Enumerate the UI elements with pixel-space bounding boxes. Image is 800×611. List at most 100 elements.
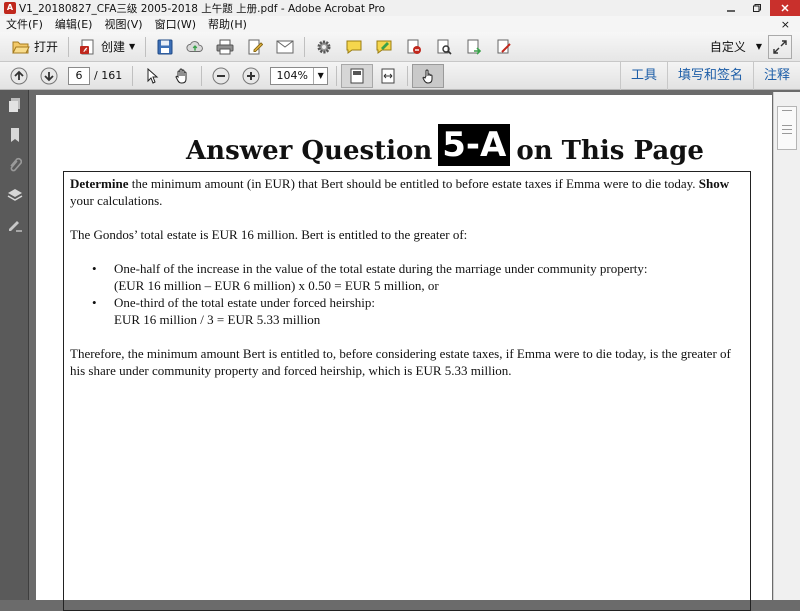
cloud-upload-icon bbox=[186, 38, 204, 56]
arrow-up-circle-icon bbox=[10, 67, 28, 85]
bullet2-line1: One-third of the total estate under forc… bbox=[114, 295, 375, 310]
pdf-page: Answer Question 5-A on This Page Determi… bbox=[36, 95, 772, 611]
toolbar-separator bbox=[336, 65, 338, 86]
main-toolbar: 打开 创建 ▼ 自定义 ▼ bbox=[0, 32, 800, 62]
fullscreen-button[interactable] bbox=[768, 34, 792, 59]
print-button[interactable] bbox=[210, 35, 240, 59]
signature-pen-icon bbox=[8, 221, 22, 232]
speech-bubble-icon bbox=[345, 38, 363, 56]
create-pdf-icon bbox=[79, 38, 97, 56]
vertical-scrollbar[interactable] bbox=[773, 92, 800, 600]
sign-pdf-button[interactable] bbox=[489, 35, 519, 59]
question-text-part1: the minimum amount (in EUR) that Bert sh… bbox=[128, 176, 699, 191]
customize-label: 自定义 bbox=[709, 40, 746, 54]
save-button[interactable] bbox=[150, 35, 180, 59]
select-tool-button[interactable] bbox=[137, 64, 167, 88]
settings-button[interactable] bbox=[309, 35, 339, 59]
zoom-in-button[interactable] bbox=[236, 64, 266, 88]
comment-link[interactable]: 注释 bbox=[752, 61, 800, 90]
email-button[interactable] bbox=[270, 35, 300, 59]
question-bold-determine: Determine bbox=[70, 176, 129, 191]
toolbar-separator bbox=[145, 36, 147, 57]
menu-window[interactable]: 窗口(W) bbox=[149, 16, 202, 32]
toolbar-separator bbox=[132, 65, 134, 86]
menu-help[interactable]: 帮助(H) bbox=[202, 16, 253, 32]
tools-link[interactable]: 工具 bbox=[619, 61, 667, 90]
pages-icon bbox=[8, 98, 20, 112]
pdf-sign-icon bbox=[495, 38, 513, 56]
title-bar: A V1_20180827_CFA三级 2005-2018 上午题 上册.pdf… bbox=[0, 0, 800, 16]
scrollbar-thumb[interactable] bbox=[777, 106, 797, 150]
remove-pdf-button[interactable] bbox=[399, 35, 429, 59]
pdf-remove-icon bbox=[405, 38, 423, 56]
create-label: 创建 bbox=[101, 40, 126, 54]
customize-dropdown[interactable]: 自定义 ▼ bbox=[704, 35, 768, 59]
close-document-button[interactable]: × bbox=[781, 18, 790, 31]
highlight-button[interactable] bbox=[369, 35, 399, 59]
open-label: 打开 bbox=[34, 40, 59, 54]
folder-open-icon bbox=[12, 38, 30, 56]
export-pdf-button[interactable] bbox=[459, 35, 489, 59]
question-text: Determine the minimum amount (in EUR) th… bbox=[70, 175, 744, 209]
menu-view[interactable]: 视图(V) bbox=[98, 16, 148, 32]
window-controls bbox=[718, 0, 800, 16]
window-title: V1_20180827_CFA三级 2005-2018 上午题 上册.pdf -… bbox=[19, 2, 386, 15]
minimize-button[interactable] bbox=[718, 0, 744, 16]
answer-bullets: One-half of the increase in the value of… bbox=[92, 260, 744, 328]
close-window-button[interactable] bbox=[770, 0, 800, 16]
zoom-select[interactable]: 104% ▼ bbox=[270, 66, 329, 85]
bookmarks-button[interactable] bbox=[0, 120, 29, 150]
acrobat-app-icon: A bbox=[4, 2, 16, 14]
open-button[interactable]: 打开 bbox=[6, 35, 64, 59]
comment-button[interactable] bbox=[339, 35, 369, 59]
list-item: One-half of the increase in the value of… bbox=[92, 260, 744, 294]
left-navigation-pane bbox=[0, 90, 29, 600]
expand-icon bbox=[771, 38, 789, 56]
page-number-input[interactable]: 6 bbox=[68, 66, 90, 85]
heading-prefix: Answer Question bbox=[186, 136, 433, 166]
menu-edit[interactable]: 编辑(E) bbox=[49, 16, 99, 32]
pdf-search-icon bbox=[435, 38, 453, 56]
fit-width-button[interactable] bbox=[373, 64, 403, 88]
layers-button[interactable] bbox=[0, 180, 29, 210]
layers-icon bbox=[7, 189, 22, 201]
hand-icon bbox=[173, 67, 191, 85]
maximize-button[interactable] bbox=[744, 0, 770, 16]
attachments-button[interactable] bbox=[0, 150, 29, 180]
bullet2-line2: EUR 16 million / 3 = EUR 5.33 million bbox=[114, 312, 321, 327]
answer-conclusion: Therefore, the minimum amount Bert is en… bbox=[70, 346, 731, 378]
restore-icon bbox=[753, 4, 761, 12]
chevron-down-icon: ▼ bbox=[755, 42, 762, 51]
bullet1-line2: (EUR 16 million – EUR 6 million) x 0.50 … bbox=[114, 278, 439, 293]
plus-circle-icon bbox=[242, 67, 260, 85]
menu-bar: 文件(F) 编辑(E) 视图(V) 窗口(W) 帮助(H) × bbox=[0, 16, 800, 32]
menu-file[interactable]: 文件(F) bbox=[0, 16, 49, 32]
fit-width-icon bbox=[379, 67, 397, 85]
document-viewport: Answer Question 5-A on This Page Determi… bbox=[30, 90, 800, 611]
highlighter-icon bbox=[375, 38, 393, 56]
bookmark-icon bbox=[10, 128, 19, 142]
right-pane-links: 工具 填写和签名 注释 bbox=[619, 61, 800, 90]
edit-pdf-button[interactable] bbox=[240, 35, 270, 59]
close-icon bbox=[781, 4, 789, 12]
gear-icon bbox=[315, 38, 333, 56]
minimize-icon bbox=[727, 10, 735, 12]
signatures-button[interactable] bbox=[0, 210, 29, 240]
previous-page-button[interactable] bbox=[4, 64, 34, 88]
toolbar-separator bbox=[304, 36, 306, 57]
page-heading: Answer Question 5-A on This Page bbox=[186, 124, 704, 166]
touch-mode-button[interactable] bbox=[412, 63, 445, 88]
fill-sign-link[interactable]: 填写和签名 bbox=[666, 61, 753, 90]
fit-page-icon bbox=[348, 67, 366, 85]
pdf-export-icon bbox=[465, 38, 483, 56]
next-page-button[interactable] bbox=[34, 64, 64, 88]
fit-page-button[interactable] bbox=[341, 63, 374, 88]
hand-tool-button[interactable] bbox=[167, 64, 197, 88]
search-pdf-button[interactable] bbox=[429, 35, 459, 59]
create-button[interactable]: 创建 ▼ bbox=[73, 35, 141, 59]
save-icon bbox=[156, 38, 174, 56]
question-number-highlight: 5-A bbox=[438, 124, 511, 166]
upload-cloud-button[interactable] bbox=[180, 35, 210, 59]
page-thumbnails-button[interactable] bbox=[0, 90, 29, 120]
zoom-out-button[interactable] bbox=[206, 64, 236, 88]
